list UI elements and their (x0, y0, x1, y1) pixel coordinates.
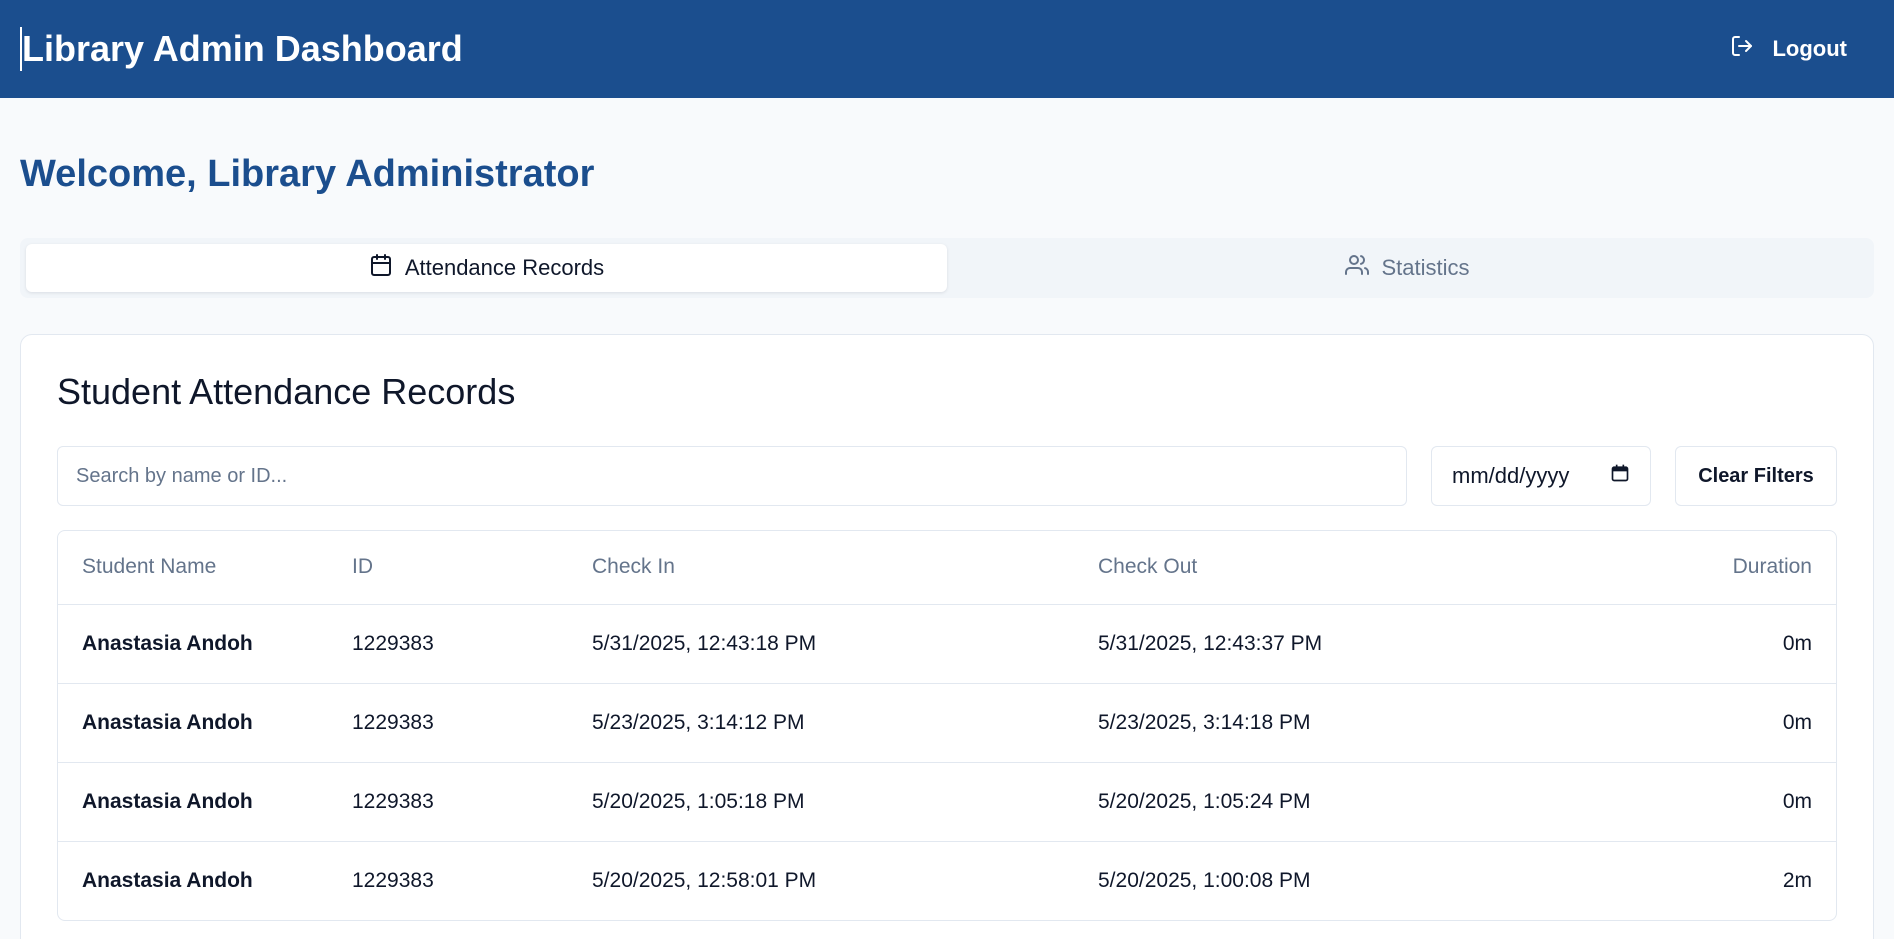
tab-label: Attendance Records (404, 255, 605, 280)
column-header-check-in[interactable]: Check In (568, 531, 1074, 605)
search-input[interactable] (57, 446, 1407, 506)
cell-check-in: 5/20/2025, 1:05:18 PM (568, 762, 1074, 842)
cell-duration: 0m (1574, 683, 1836, 763)
cell-duration: 0m (1574, 762, 1836, 842)
top-header: Library Admin Dashboard Logout (0, 0, 1894, 98)
table-row[interactable]: Anastasia Andoh 1229383 5/20/2025, 12:58… (58, 841, 1836, 920)
cell-duration: 0m (1574, 604, 1836, 684)
card-title: Student Attendance Records (57, 371, 516, 412)
column-header-duration[interactable]: Duration (1574, 531, 1836, 605)
tab-statistics[interactable]: Statistics (947, 244, 1868, 292)
cell-id: 1229383 (328, 762, 568, 842)
cell-check-in: 5/31/2025, 12:43:18 PM (568, 604, 1074, 684)
cell-check-out: 5/20/2025, 1:00:08 PM (1098, 868, 1311, 892)
attendance-table: Student Name ID Check In Check Out Durat… (57, 530, 1837, 921)
cell-student-name: Anastasia Andoh (58, 604, 328, 684)
cell-check-in: 5/23/2025, 3:14:12 PM (568, 683, 1074, 763)
app-title: Library Admin Dashboard (20, 27, 463, 71)
cell-student-name: Anastasia Andoh (58, 762, 328, 842)
column-header-check-out[interactable]: Check Out (1074, 531, 1574, 605)
column-header-id[interactable]: ID (328, 531, 568, 605)
welcome-heading: Welcome, Library Administrator (20, 153, 595, 195)
date-filter-input[interactable]: mm/dd/yyyy (1431, 446, 1651, 506)
cell-duration: 2m (1782, 868, 1812, 892)
cell-student-name: Anastasia Andoh (58, 683, 328, 763)
tab-list: Attendance Records Statistics (20, 238, 1874, 298)
cell-id: 1229383 (328, 683, 568, 763)
logout-label: Logout (1772, 36, 1847, 61)
cell-check-out: 5/23/2025, 3:14:18 PM (1074, 683, 1574, 763)
cell-check-out: 5/31/2025, 12:43:37 PM (1074, 604, 1574, 684)
table-row[interactable]: Anastasia Andoh 1229383 5/20/2025, 1:05:… (58, 762, 1836, 842)
clear-filters-button[interactable]: Clear Filters (1675, 446, 1837, 506)
table-row[interactable]: Anastasia Andoh 1229383 5/31/2025, 12:43… (58, 604, 1836, 684)
cell-id: 1229383 (328, 604, 568, 684)
users-icon (1345, 253, 1370, 283)
date-placeholder: mm/dd/yyyy (1452, 463, 1570, 488)
tab-attendance-records[interactable]: Attendance Records (26, 244, 947, 292)
filter-bar: mm/dd/yyyy Clear Filters (57, 446, 1837, 506)
logout-icon (1730, 34, 1754, 64)
calendar-picker-icon[interactable] (1610, 463, 1630, 489)
cell-id: 1229383 (352, 868, 434, 892)
table-row[interactable]: Anastasia Andoh 1229383 5/23/2025, 3:14:… (58, 683, 1836, 763)
cell-student-name: Anastasia Andoh (82, 868, 253, 892)
main-content: Welcome, Library Administrator Attendanc… (0, 150, 1894, 939)
logout-button[interactable]: Logout (1720, 24, 1874, 74)
cell-check-out: 5/20/2025, 1:05:24 PM (1074, 762, 1574, 842)
attendance-card: Student Attendance Records mm/dd/yyyy Cl… (20, 334, 1874, 939)
calendar-icon (369, 253, 393, 283)
column-header-student-name[interactable]: Student Name (58, 531, 328, 605)
cell-check-in: 5/20/2025, 12:58:01 PM (592, 868, 817, 892)
tab-label: Statistics (1381, 255, 1470, 280)
table-header-row: Student Name ID Check In Check Out Durat… (58, 531, 1836, 605)
